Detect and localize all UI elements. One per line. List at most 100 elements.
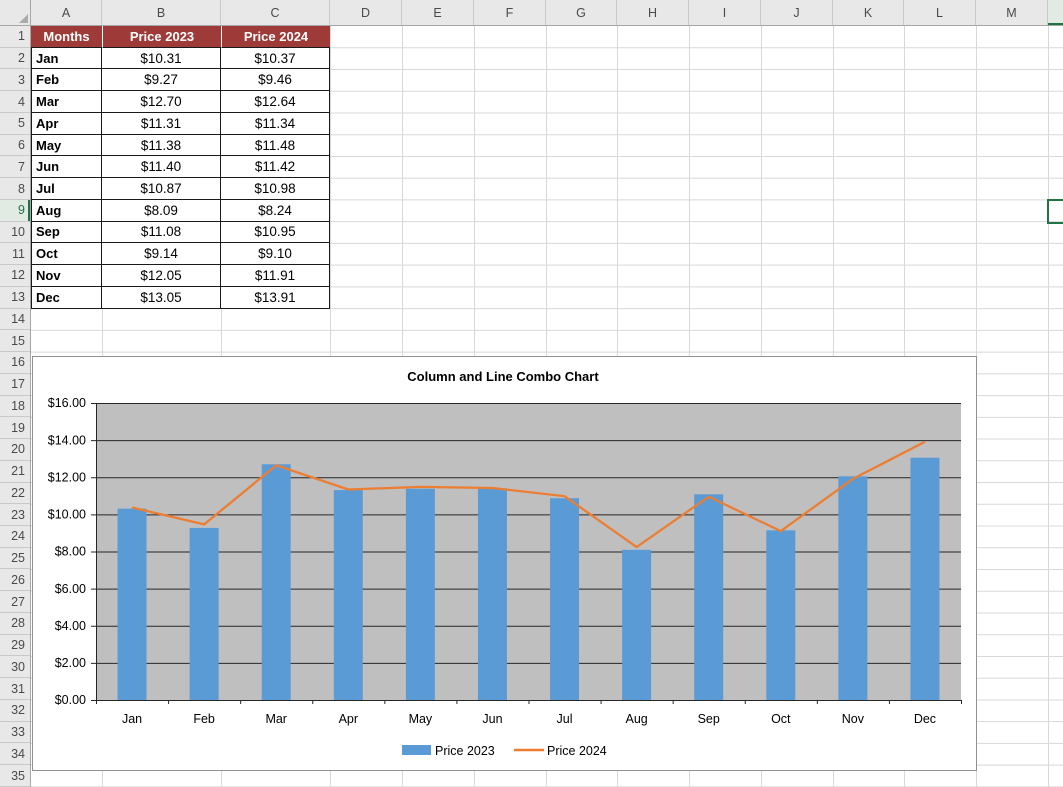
row-header-33[interactable]: 33	[0, 722, 30, 744]
chart-title[interactable]: Column and Line Combo Chart	[407, 369, 599, 384]
row-header-18[interactable]: 18	[0, 396, 30, 418]
cell-b11[interactable]: $9.14	[102, 243, 221, 265]
cell-a13[interactable]: Dec	[31, 287, 102, 309]
cell-a4[interactable]: Mar	[31, 91, 102, 113]
row-header-12[interactable]: 12	[0, 265, 30, 287]
row-header-14[interactable]: 14	[0, 309, 30, 331]
row-header-32[interactable]: 32	[0, 700, 30, 722]
row-header-19[interactable]: 19	[0, 417, 30, 439]
cell-b2[interactable]: $10.31	[102, 48, 221, 70]
column-header-j[interactable]: J	[761, 0, 833, 25]
bar-apr[interactable]	[334, 490, 363, 700]
column-header-b[interactable]: B	[102, 0, 221, 25]
cell-a9[interactable]: Aug	[31, 200, 102, 222]
row-header-1[interactable]: 1	[0, 26, 30, 48]
column-header-d[interactable]: D	[330, 0, 402, 25]
cell-b10[interactable]: $11.08	[102, 222, 221, 244]
row-header-2[interactable]: 2	[0, 48, 30, 70]
table-header-price-2023[interactable]: Price 2023	[102, 26, 221, 48]
bar-aug[interactable]	[622, 550, 651, 700]
column-header-a[interactable]: A	[31, 0, 102, 25]
cell-a11[interactable]: Oct	[31, 243, 102, 265]
row-header-16[interactable]: 16	[0, 352, 30, 374]
column-header-l[interactable]: L	[904, 0, 976, 25]
bar-jan[interactable]	[118, 509, 147, 700]
row-header-27[interactable]: 27	[0, 591, 30, 613]
cell-c2[interactable]: $10.37	[221, 48, 330, 70]
cell-b13[interactable]: $13.05	[102, 287, 221, 309]
row-header-22[interactable]: 22	[0, 483, 30, 505]
column-header-k[interactable]: K	[833, 0, 904, 25]
column-header-h[interactable]: H	[617, 0, 689, 25]
row-header-6[interactable]: 6	[0, 135, 30, 157]
row-header-30[interactable]: 30	[0, 656, 30, 678]
cell-c11[interactable]: $9.10	[221, 243, 330, 265]
column-header-m[interactable]: M	[976, 0, 1048, 25]
bar-jun[interactable]	[478, 488, 507, 700]
bar-feb[interactable]	[190, 528, 219, 700]
cell-a6[interactable]: May	[31, 135, 102, 157]
cell-b6[interactable]: $11.38	[102, 135, 221, 157]
row-header-28[interactable]: 28	[0, 613, 30, 635]
cell-a7[interactable]: Jun	[31, 156, 102, 178]
row-header-34[interactable]: 34	[0, 743, 30, 765]
active-cell-selection[interactable]	[1047, 199, 1063, 224]
row-header-35[interactable]: 35	[0, 765, 30, 787]
cell-c5[interactable]: $11.34	[221, 113, 330, 135]
cell-c8[interactable]: $10.98	[221, 178, 330, 200]
column-header-n[interactable]: N	[1048, 0, 1063, 25]
cell-c7[interactable]: $11.42	[221, 156, 330, 178]
bar-dec[interactable]	[910, 458, 939, 700]
table-header-months[interactable]: Months	[31, 26, 102, 48]
cell-b8[interactable]: $10.87	[102, 178, 221, 200]
column-header-f[interactable]: F	[474, 0, 546, 25]
bar-oct[interactable]	[766, 530, 795, 700]
select-all-corner[interactable]	[0, 0, 31, 26]
table-header-price-2024[interactable]: Price 2024	[221, 26, 330, 48]
bar-nov[interactable]	[838, 476, 867, 700]
bar-mar[interactable]	[262, 464, 291, 700]
cell-c10[interactable]: $10.95	[221, 222, 330, 244]
row-header-23[interactable]: 23	[0, 504, 30, 526]
cell-c9[interactable]: $8.24	[221, 200, 330, 222]
cell-a12[interactable]: Nov	[31, 265, 102, 287]
cell-c12[interactable]: $11.91	[221, 265, 330, 287]
row-header-29[interactable]: 29	[0, 635, 30, 657]
bar-jul[interactable]	[550, 498, 579, 700]
cell-b9[interactable]: $8.09	[102, 200, 221, 222]
row-header-21[interactable]: 21	[0, 461, 30, 483]
row-header-7[interactable]: 7	[0, 156, 30, 178]
row-header-10[interactable]: 10	[0, 222, 30, 244]
row-header-5[interactable]: 5	[0, 113, 30, 135]
cell-c13[interactable]: $13.91	[221, 287, 330, 309]
cell-c6[interactable]: $11.48	[221, 135, 330, 157]
cell-a10[interactable]: Sep	[31, 222, 102, 244]
row-header-17[interactable]: 17	[0, 374, 30, 396]
row-header-4[interactable]: 4	[0, 91, 30, 113]
column-header-e[interactable]: E	[402, 0, 474, 25]
row-header-24[interactable]: 24	[0, 526, 30, 548]
row-header-13[interactable]: 13	[0, 287, 30, 309]
row-header-26[interactable]: 26	[0, 570, 30, 592]
cell-b7[interactable]: $11.40	[102, 156, 221, 178]
cell-c3[interactable]: $9.46	[221, 69, 330, 91]
chart-legend[interactable]: Price 2023Price 2024	[402, 744, 607, 758]
bar-sep[interactable]	[694, 494, 723, 700]
column-header-g[interactable]: G	[546, 0, 617, 25]
row-header-11[interactable]: 11	[0, 243, 30, 265]
bar-may[interactable]	[406, 489, 435, 700]
cell-b3[interactable]: $9.27	[102, 69, 221, 91]
combo-chart-object[interactable]: $0.00$2.00$4.00$6.00$8.00$10.00$12.00$14…	[32, 356, 977, 771]
row-header-8[interactable]: 8	[0, 178, 30, 200]
cell-a3[interactable]: Feb	[31, 69, 102, 91]
row-header-25[interactable]: 25	[0, 548, 30, 570]
column-header-i[interactable]: I	[689, 0, 761, 25]
column-header-c[interactable]: C	[221, 0, 330, 25]
cell-a2[interactable]: Jan	[31, 48, 102, 70]
cell-c4[interactable]: $12.64	[221, 91, 330, 113]
cell-b4[interactable]: $12.70	[102, 91, 221, 113]
row-header-31[interactable]: 31	[0, 678, 30, 700]
row-header-15[interactable]: 15	[0, 330, 30, 352]
cell-a8[interactable]: Jul	[31, 178, 102, 200]
row-header-3[interactable]: 3	[0, 69, 30, 91]
